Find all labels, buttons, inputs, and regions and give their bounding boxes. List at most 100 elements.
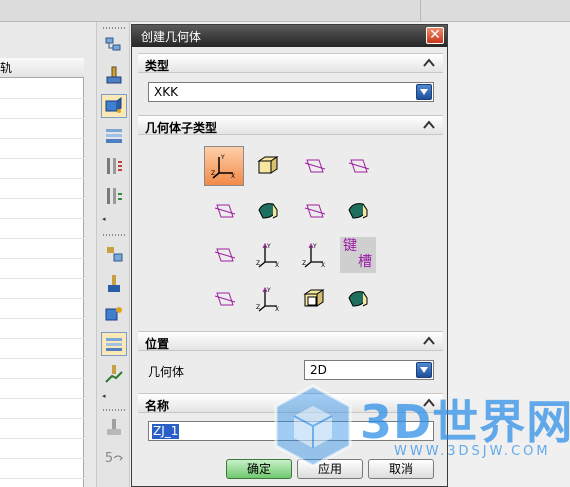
table-row[interactable]	[0, 418, 84, 419]
toolbar-overflow-arrow[interactable]: ◂	[102, 215, 106, 223]
machine-operation-button[interactable]	[101, 184, 127, 208]
dialog-title-bar[interactable]: 创建几何体 ✕	[132, 25, 447, 47]
part-geometry-button[interactable]	[338, 191, 378, 231]
subtype-section-label: 几何体子类型	[145, 121, 218, 135]
collapse-chevron-icon[interactable]	[422, 56, 436, 70]
close-button[interactable]: ✕	[426, 27, 444, 44]
toolbar-overflow-arrow-2[interactable]: ◂	[102, 392, 106, 400]
program-view-button[interactable]	[101, 242, 127, 266]
mcs-geometry-button[interactable]: Y X Z	[204, 146, 244, 186]
type-dropdown-button[interactable]	[416, 84, 432, 100]
boundary-icon	[304, 159, 326, 173]
create-operation-button[interactable]	[101, 154, 127, 178]
table-row[interactable]	[0, 218, 84, 219]
table-row[interactable]	[0, 318, 84, 319]
toolbar-grip[interactable]	[103, 27, 125, 29]
geometry-dropdown-button[interactable]	[416, 362, 432, 378]
table-row[interactable]	[0, 438, 84, 439]
machine-icon	[107, 188, 122, 204]
workpiece-geometry-button[interactable]	[248, 146, 288, 186]
position-section-header[interactable]: 位置	[138, 331, 443, 351]
boundary-2-icon	[214, 204, 236, 218]
workpiece-2-geometry-button[interactable]	[294, 279, 334, 319]
create-tool-button[interactable]	[101, 64, 127, 88]
boundary-geometry-button[interactable]	[204, 191, 244, 231]
table-row[interactable]	[0, 238, 84, 239]
geometry-view-button[interactable]	[101, 302, 127, 326]
verify-button[interactable]	[101, 416, 127, 440]
table-row[interactable]	[0, 358, 84, 359]
create-method-button[interactable]	[101, 124, 127, 148]
subtype-section-header[interactable]: 几何体子类型	[138, 115, 443, 135]
table-row[interactable]	[0, 198, 84, 199]
table-row[interactable]	[0, 338, 84, 339]
svg-text:Y: Y	[266, 287, 271, 294]
table-row[interactable]	[0, 138, 84, 139]
geometry-parent-select[interactable]: 2D	[304, 360, 434, 380]
name-section-label: 名称	[145, 399, 170, 413]
svg-text:Y: Y	[266, 243, 271, 250]
type-select[interactable]: XKK	[148, 82, 434, 102]
curve-geometry-button[interactable]	[204, 279, 244, 319]
svg-text:Z: Z	[256, 260, 260, 267]
blank-geometry-button[interactable]	[248, 191, 288, 231]
verify-icon	[107, 419, 121, 435]
toolbar-grip-2[interactable]	[103, 234, 125, 236]
generate-toolpath-button[interactable]	[101, 362, 127, 386]
table-row[interactable]	[0, 258, 84, 259]
apply-button[interactable]: 应用	[297, 459, 363, 479]
orient-axis-icon: Y X Z	[256, 286, 279, 313]
ok-button[interactable]: 确定	[226, 459, 292, 479]
wcs-geometry-button[interactable]: Y X Z	[294, 235, 334, 275]
name-section-header[interactable]: 名称	[138, 393, 443, 413]
blank-2-geometry-button[interactable]	[338, 279, 378, 319]
keyslot-geometry-button[interactable]: 键 槽	[340, 237, 376, 273]
table-row[interactable]	[0, 98, 84, 99]
collapse-chevron-icon[interactable]	[422, 334, 436, 348]
toolbar-grip-3[interactable]	[103, 409, 125, 411]
part-icon	[348, 203, 368, 219]
cancel-button[interactable]: 取消	[368, 459, 434, 479]
create-geometry-dialog: 创建几何体 ✕ 类型 XKK 几何体子类型 Y X Z Y X Z Y X Z 键 …	[131, 24, 448, 487]
method-view-button[interactable]	[101, 332, 127, 356]
collapse-chevron-icon[interactable]	[422, 396, 436, 410]
drill-geometry-button[interactable]	[204, 235, 244, 275]
csys-axis-icon: Y X Z	[256, 242, 279, 269]
table-row[interactable]	[0, 278, 84, 279]
orient-geometry-button[interactable]: Y X Z	[248, 279, 288, 319]
svg-text:X: X	[231, 173, 235, 180]
wcs-axis-icon: Y X Z	[302, 242, 325, 269]
machine-tool-view-button[interactable]	[101, 272, 127, 296]
svg-text:X: X	[275, 262, 279, 269]
face-geometry-button[interactable]	[294, 191, 334, 231]
table-row[interactable]	[0, 178, 84, 179]
table-header[interactable]: 轨	[0, 58, 84, 78]
svg-text:Z: Z	[256, 304, 260, 311]
table-row[interactable]	[0, 298, 84, 299]
mill-area-button[interactable]	[338, 146, 378, 186]
svg-text:X: X	[321, 262, 325, 269]
table-row[interactable]	[0, 118, 84, 119]
workpiece-2-icon	[303, 289, 325, 307]
table-row[interactable]	[0, 398, 84, 399]
operation-table[interactable]: 轨	[0, 58, 84, 487]
create-geometry-button[interactable]	[101, 94, 127, 118]
type-section-header[interactable]: 类型	[138, 53, 443, 73]
mcs-axis-icon: Y X Z	[211, 154, 235, 180]
table-row[interactable]	[0, 478, 84, 479]
insert-toolbar: ◂ ◂ 5	[96, 22, 130, 487]
machine-tool-view-icon	[108, 275, 120, 292]
table-row[interactable]	[0, 458, 84, 459]
table-row[interactable]	[0, 158, 84, 159]
name-input[interactable]: ZJ_1	[148, 421, 434, 441]
workpiece-icon	[257, 156, 279, 174]
csys-geometry-button[interactable]: Y X Z	[248, 235, 288, 275]
mill-boundary-button[interactable]	[294, 146, 334, 186]
geometry-view-icon	[105, 307, 122, 321]
collapse-chevron-icon[interactable]	[422, 118, 436, 132]
svg-text:Z: Z	[302, 260, 306, 267]
face-icon	[304, 204, 326, 218]
table-row[interactable]	[0, 378, 84, 379]
postprocess-button[interactable]: 5	[101, 446, 127, 470]
create-program-button[interactable]	[101, 34, 127, 58]
